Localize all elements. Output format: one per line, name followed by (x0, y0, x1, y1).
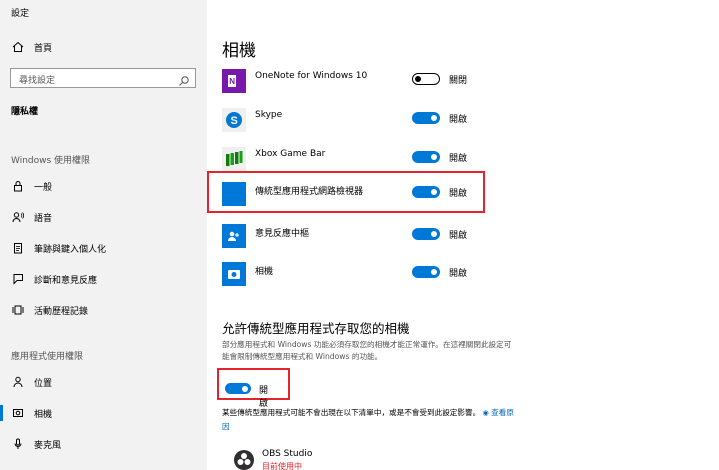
camera-permission-toggle[interactable] (412, 266, 440, 278)
camera-permission-toggle[interactable] (412, 112, 440, 124)
app-name: Skype (255, 110, 283, 120)
onenote-icon: N (222, 69, 246, 93)
app-usage-status: 目前使用中 (262, 462, 302, 470)
desktop-apps-description: 部分應用程式和 Windows 功能必須存取您的相機才能正常運作。在這裡關閉此設… (222, 340, 512, 361)
sidebar-item-diagnostics-feedback[interactable]: 診斷和意見反應 (0, 265, 207, 293)
feedback-icon (10, 271, 26, 287)
notepad-icon (10, 240, 26, 256)
sidebar-item-inking-typing[interactable]: 筆跡與鍵入個人化 (0, 234, 207, 262)
home-icon (10, 39, 26, 55)
toggle-state-label: 開啟 (449, 115, 468, 125)
sidebar-item-general[interactable]: 一般 (0, 172, 207, 200)
skype-icon: S (222, 108, 246, 132)
sidebar: 設定 首頁 尋找設定 隱私權 Windows 使用權限 一般 語音 筆跡與鍵入個… (0, 0, 207, 470)
page-title: 相機 (222, 41, 256, 61)
microphone-icon (10, 436, 26, 452)
highlight-box (207, 171, 485, 213)
link-icon: ◉ (482, 409, 489, 417)
sidebar-item-microphone[interactable]: 麥克風 (0, 430, 207, 458)
svg-text:N: N (229, 77, 235, 86)
desktop-app-row-obs: OBS Studio 目前使用中 (233, 449, 433, 470)
app-row-onenote: N OneNote for Windows 10 關閉 (222, 69, 512, 97)
camera-icon (10, 405, 26, 421)
search-input[interactable]: 尋找設定 (10, 68, 196, 88)
toggle-state-label: 開啟 (449, 231, 468, 241)
desktop-apps-note: 某些傳統型應用程式可能不會出現在以下清單中，或是不會受到此設定影響。 ◉ 查看原… (222, 406, 518, 433)
app-row-feedback-hub: 意見反應中樞 開啟 (222, 224, 512, 252)
sidebar-item-label: 語音 (34, 213, 53, 224)
sidebar-item-activity-history[interactable]: 活動歷程記錄 (0, 296, 207, 324)
obs-icon (233, 449, 255, 470)
sidebar-item-label: 首頁 (34, 43, 53, 54)
sidebar-group-heading: 應用程式使用權限 (11, 352, 84, 362)
xbox-game-bar-icon (222, 147, 246, 171)
app-row-camera: 相機 開啟 (222, 262, 512, 290)
app-name: OneNote for Windows 10 (255, 71, 368, 81)
note-text: 某些傳統型應用程式可能不會出現在以下清單中，或是不會受到此設定影響。 (222, 408, 481, 417)
timeline-icon (10, 302, 26, 318)
sidebar-item-location[interactable]: 位置 (0, 368, 207, 396)
window-title: 設定 (11, 9, 30, 19)
sidebar-item-label: 診斷和意見反應 (34, 275, 98, 286)
camera-permission-toggle[interactable] (412, 73, 440, 85)
toggle-state-label: 開啟 (449, 269, 468, 279)
sidebar-item-home[interactable]: 首頁 (0, 33, 207, 61)
speech-icon (10, 209, 26, 225)
feedback-hub-icon (222, 224, 246, 248)
lock-icon (10, 178, 26, 194)
desktop-apps-camera-toggle[interactable] (225, 383, 251, 394)
sidebar-item-speech[interactable]: 語音 (0, 203, 207, 231)
sidebar-item-label: 一般 (34, 182, 53, 193)
sidebar-item-label: 位置 (34, 378, 53, 389)
sidebar-item-label: 活動歷程記錄 (34, 306, 89, 317)
sidebar-category-title: 隱私權 (11, 107, 39, 117)
toggle-state-label: 關閉 (449, 76, 468, 86)
app-name: 相機 (255, 267, 274, 277)
camera-permission-toggle[interactable] (412, 228, 440, 240)
svg-text:S: S (231, 115, 238, 127)
app-name: 意見反應中樞 (255, 229, 310, 239)
camera-app-icon (222, 262, 246, 286)
app-name: OBS Studio (262, 449, 313, 459)
app-row-skype: S Skype 開啟 (222, 108, 512, 136)
sidebar-item-label: 相機 (34, 409, 53, 420)
desktop-apps-section-title: 允許傳統型應用程式存取您的相機 (222, 321, 410, 336)
sidebar-group-heading: Windows 使用權限 (11, 156, 91, 166)
sidebar-item-label: 筆跡與鍵入個人化 (34, 244, 107, 255)
sidebar-item-camera[interactable]: 相機 (0, 399, 207, 427)
sidebar-item-label: 麥克風 (34, 440, 62, 451)
search-placeholder: 尋找設定 (19, 76, 56, 86)
location-icon (10, 374, 26, 390)
camera-permission-toggle[interactable] (412, 151, 440, 163)
toggle-state-label: 開啟 (449, 154, 468, 164)
search-icon (178, 72, 190, 86)
app-name: Xbox Game Bar (255, 149, 326, 159)
